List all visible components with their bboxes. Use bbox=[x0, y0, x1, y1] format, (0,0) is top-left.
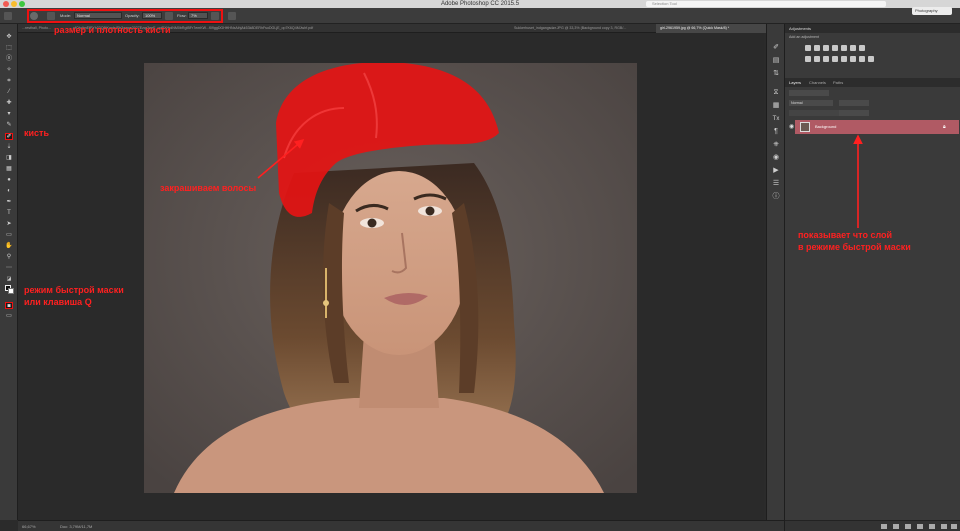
arrow-to-hair bbox=[257, 138, 305, 179]
annotation-arrows bbox=[257, 134, 863, 228]
